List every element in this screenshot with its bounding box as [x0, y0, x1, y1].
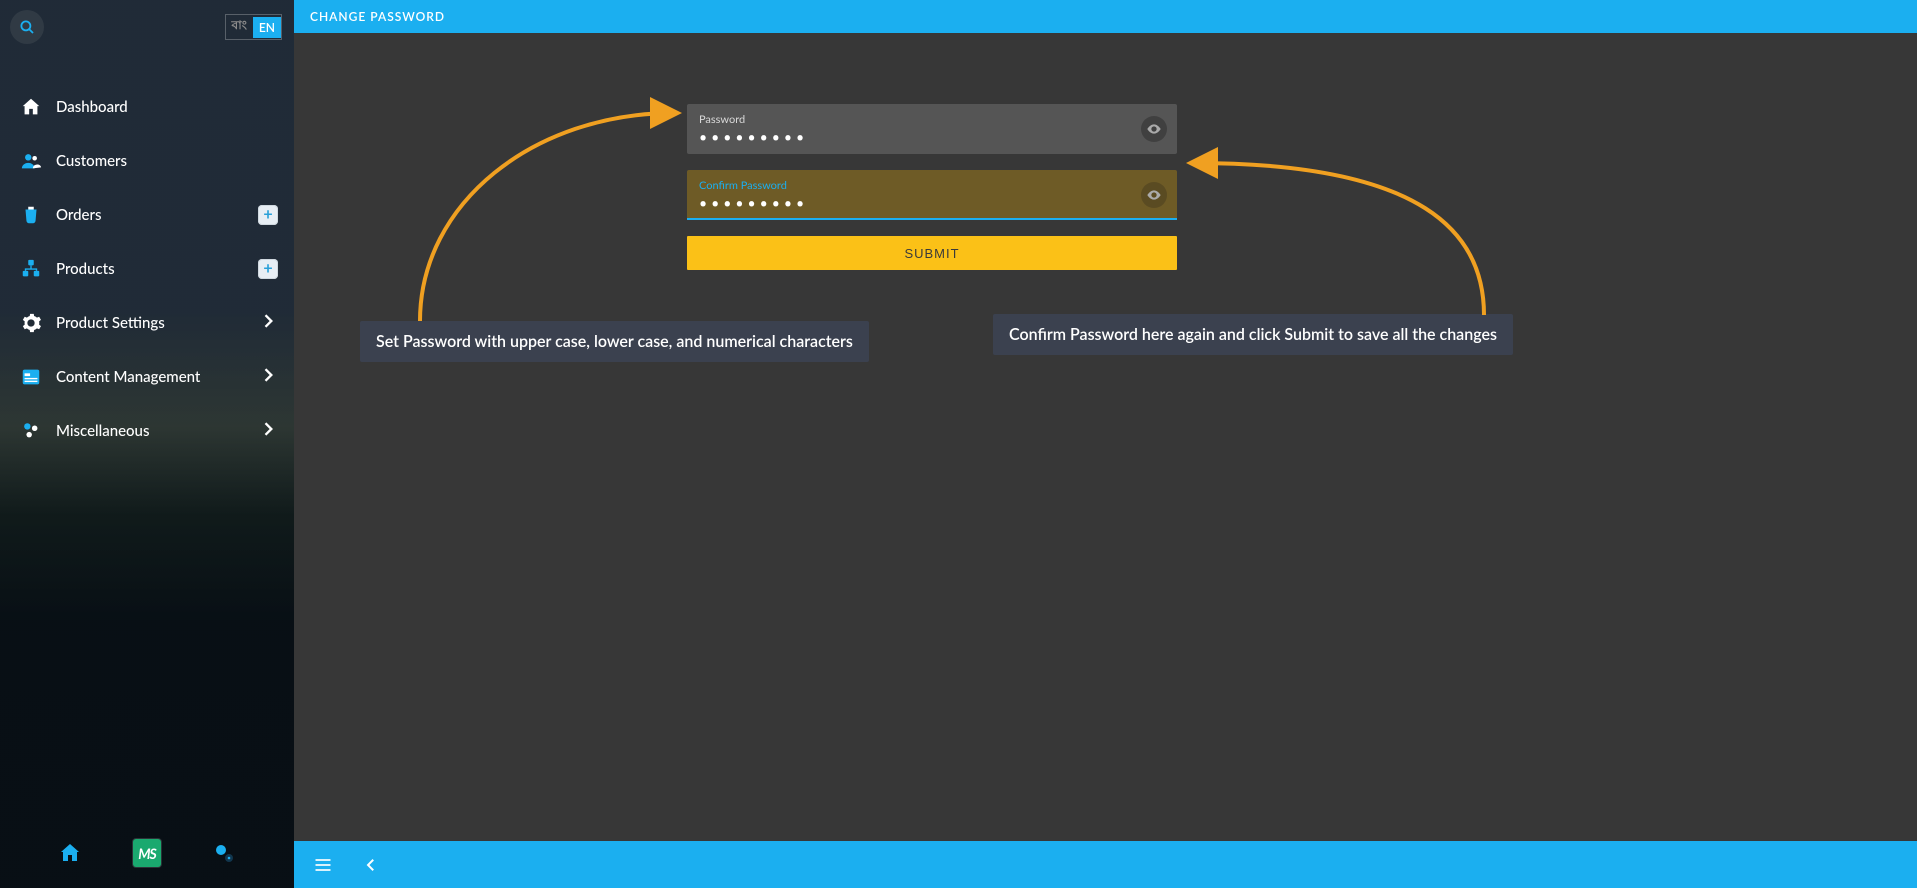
sidebar-item-miscellaneous[interactable]: Miscellaneous	[0, 404, 294, 458]
sidebar-item-content-management[interactable]: Content Management	[0, 350, 294, 404]
settings-shortcut[interactable]	[211, 840, 237, 866]
sidebar: বাং EN Dashboard Customers Orders +	[0, 0, 294, 888]
sidebar-item-dashboard[interactable]: Dashboard	[0, 80, 294, 134]
page-title-bar: CHANGE PASSWORD	[294, 0, 1917, 33]
sidebar-item-label: Product Settings	[56, 314, 258, 332]
password-field[interactable]: Password	[687, 104, 1177, 154]
chevron-right-icon	[258, 311, 278, 335]
sidebar-item-product-settings[interactable]: Product Settings	[0, 296, 294, 350]
toggle-confirm-visibility[interactable]	[1141, 182, 1167, 208]
confirm-password-input[interactable]	[699, 194, 1133, 212]
submit-button[interactable]: SUBMIT	[687, 236, 1177, 270]
customers-icon	[20, 150, 42, 172]
nav-menu: Dashboard Customers Orders + Products +	[0, 52, 294, 828]
password-input[interactable]	[699, 128, 1133, 146]
menu-button[interactable]	[312, 854, 334, 876]
content: Password Confirm Password SUBMIT Set Pas…	[294, 33, 1917, 841]
sidebar-bottom: MS	[0, 828, 294, 888]
page-title: CHANGE PASSWORD	[310, 9, 445, 24]
ms-shortcut[interactable]: MS	[133, 839, 161, 867]
sidebar-item-customers[interactable]: Customers	[0, 134, 294, 188]
toggle-password-visibility[interactable]	[1141, 116, 1167, 142]
back-button[interactable]	[360, 854, 382, 876]
callout-confirm-password: Confirm Password here again and click Su…	[993, 314, 1513, 355]
lang-bn[interactable]: বাং	[226, 14, 253, 40]
hamburger-icon	[313, 855, 333, 875]
eye-icon	[1146, 187, 1162, 203]
lang-en[interactable]: EN	[253, 17, 281, 38]
sidebar-item-label: Products	[56, 260, 258, 278]
language-switch[interactable]: বাং EN	[225, 14, 282, 40]
products-icon	[20, 258, 42, 280]
sidebar-item-label: Content Management	[56, 368, 258, 386]
search-icon	[18, 18, 36, 36]
password-label: Password	[699, 113, 1133, 126]
main: CHANGE PASSWORD Password Confirm Passwor…	[294, 0, 1917, 888]
sidebar-top: বাং EN	[0, 0, 294, 52]
gear-icon	[20, 312, 42, 334]
sidebar-item-label: Orders	[56, 206, 258, 224]
home-shortcut[interactable]	[57, 840, 83, 866]
confirm-password-field[interactable]: Confirm Password	[687, 170, 1177, 220]
eye-icon	[1146, 121, 1162, 137]
orders-icon	[20, 204, 42, 226]
sidebar-item-label: Miscellaneous	[56, 422, 258, 440]
add-product-button[interactable]: +	[258, 259, 278, 279]
change-password-form: Password Confirm Password SUBMIT	[687, 104, 1177, 270]
bottom-bar	[294, 841, 1917, 888]
sidebar-item-label: Customers	[56, 152, 278, 170]
chevron-right-icon	[258, 419, 278, 443]
content-icon	[20, 366, 42, 388]
add-order-button[interactable]: +	[258, 205, 278, 225]
home-icon	[20, 96, 42, 118]
search-button[interactable]	[10, 10, 44, 44]
chevron-left-icon	[362, 856, 380, 874]
misc-icon	[20, 420, 42, 442]
sidebar-item-orders[interactable]: Orders +	[0, 188, 294, 242]
chevron-right-icon	[258, 365, 278, 389]
sidebar-item-products[interactable]: Products +	[0, 242, 294, 296]
callout-set-password: Set Password with upper case, lower case…	[360, 321, 869, 362]
sidebar-item-label: Dashboard	[56, 98, 278, 116]
confirm-password-label: Confirm Password	[699, 179, 1133, 192]
